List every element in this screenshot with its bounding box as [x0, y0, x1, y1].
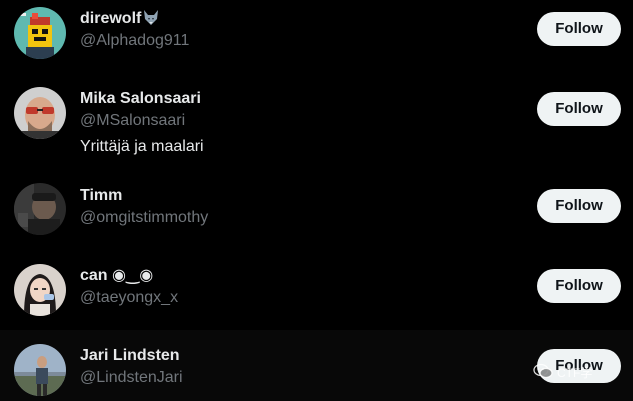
- follow-button[interactable]: Follow: [537, 92, 621, 126]
- user-handle[interactable]: @MSalonsaari: [80, 111, 185, 131]
- wolf-icon: [142, 9, 160, 32]
- user-display-name[interactable]: Timm: [80, 186, 122, 206]
- user-display-name[interactable]: Jari Lindsten: [80, 346, 180, 366]
- avatar[interactable]: [14, 87, 66, 139]
- user-handle[interactable]: @Alphadog911: [80, 31, 189, 51]
- user-display-name[interactable]: can ◉‿◉: [80, 266, 153, 286]
- watermark: CTF学: [533, 361, 592, 383]
- wechat-icon: [533, 363, 553, 382]
- user-handle[interactable]: @omgitstimmothy: [80, 208, 208, 228]
- follow-button[interactable]: Follow: [537, 269, 621, 303]
- avatar[interactable]: [14, 344, 66, 396]
- user-name-text[interactable]: direwolf: [80, 10, 141, 27]
- user-handle[interactable]: @LindstenJari: [80, 368, 183, 388]
- user-row-direwolf[interactable]: direwolf @Alphadog911 Follow: [0, 0, 633, 72]
- user-row-timm[interactable]: Timm @omgitstimmothy Follow: [0, 168, 633, 248]
- avatar[interactable]: [14, 7, 66, 59]
- user-handle[interactable]: @taeyongx_x: [80, 288, 178, 308]
- avatar[interactable]: [14, 183, 66, 235]
- user-row-mika-salonsaari[interactable]: Mika Salonsaari @MSalonsaari Yrittäjä ja…: [0, 72, 633, 168]
- avatar[interactable]: [14, 264, 66, 316]
- user-display-name[interactable]: Mika Salonsaari: [80, 89, 201, 109]
- follow-button[interactable]: Follow: [537, 12, 621, 46]
- user-display-name[interactable]: direwolf: [80, 9, 160, 32]
- user-bio: Yrittäjä ja maalari: [80, 138, 204, 155]
- watermark-text: CTF学: [557, 365, 593, 380]
- follow-button[interactable]: Follow: [537, 189, 621, 223]
- user-row-can[interactable]: can ◉‿◉ @taeyongx_x Follow: [0, 248, 633, 330]
